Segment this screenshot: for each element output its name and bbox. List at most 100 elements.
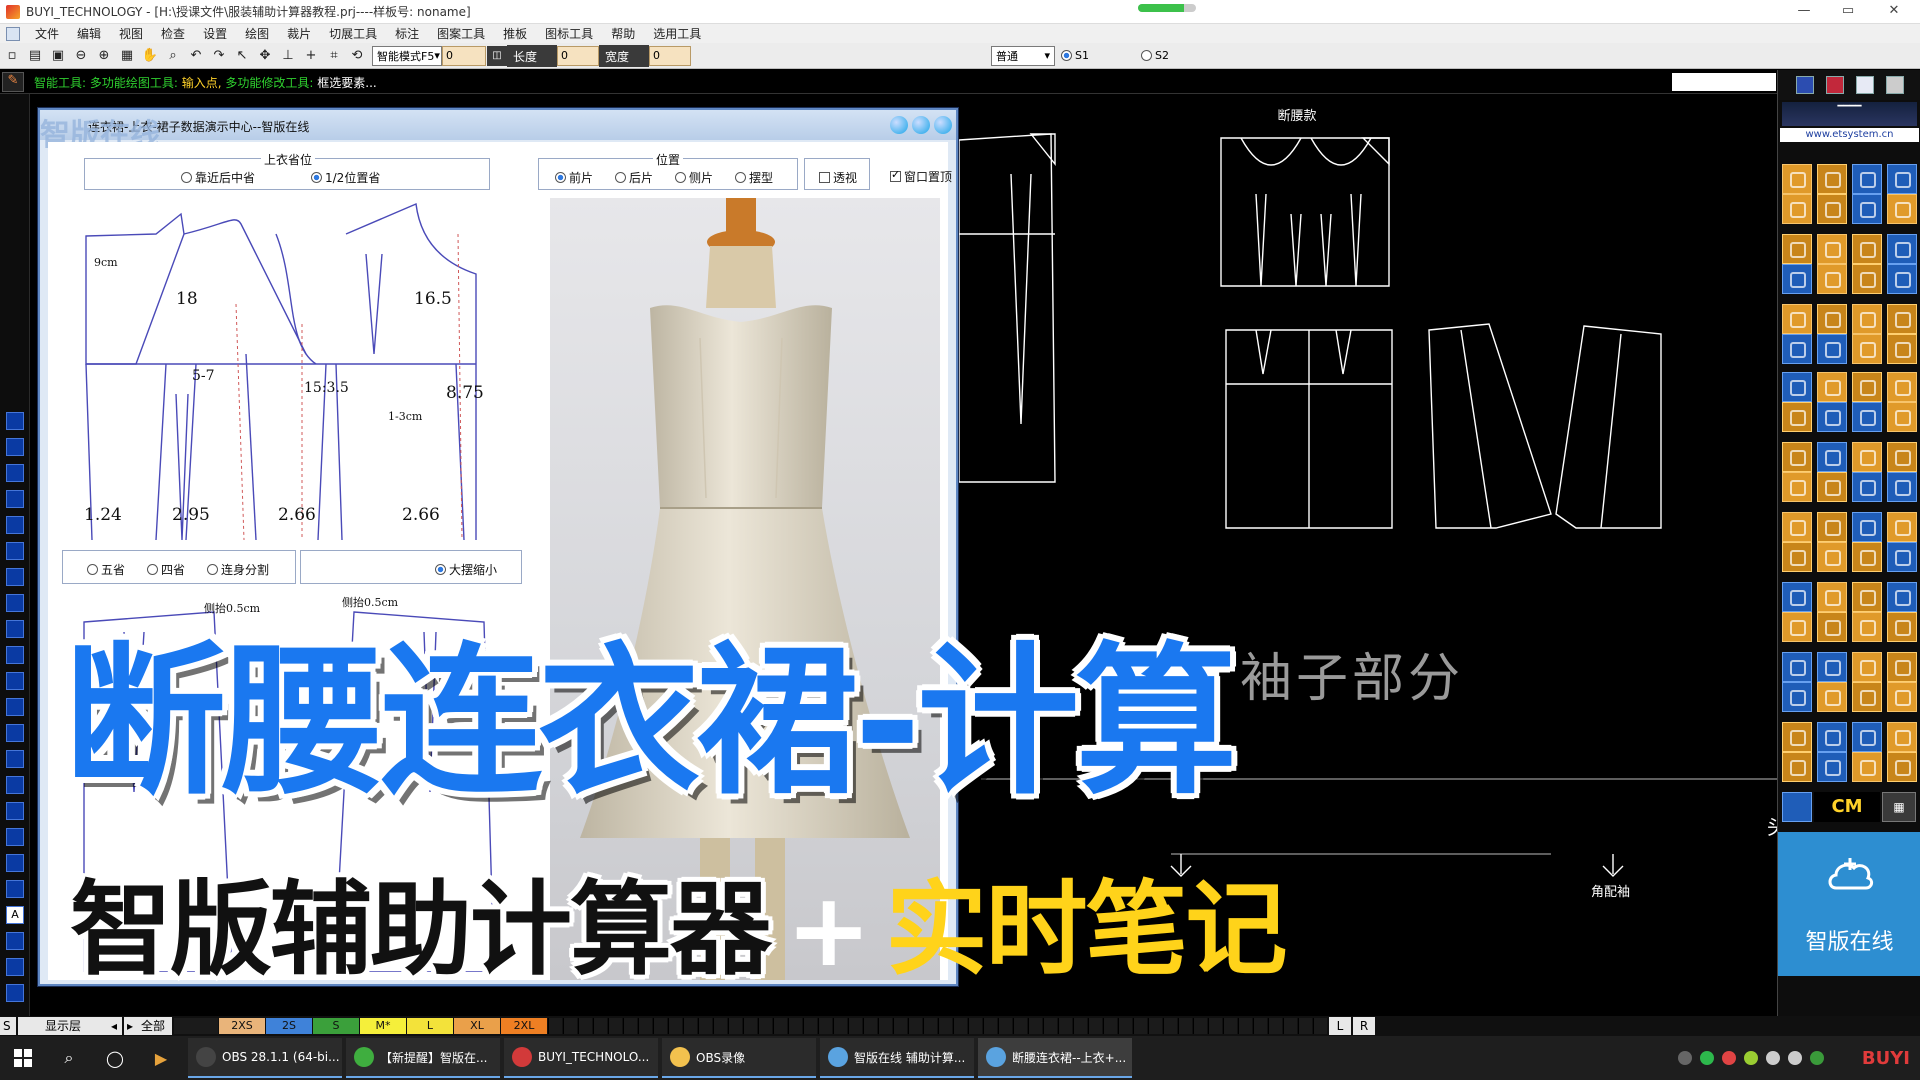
pattern-tool-10-1-icon[interactable] — [1817, 512, 1847, 542]
left-tool-10-icon[interactable] — [6, 672, 24, 690]
left-tool-3-icon[interactable] — [6, 490, 24, 508]
size-chip-5[interactable]: XL — [454, 1018, 500, 1034]
menu-item-7[interactable]: 切展工具 — [320, 25, 386, 42]
size-slot[interactable] — [608, 1018, 622, 1034]
size-slot[interactable] — [1088, 1018, 1102, 1034]
size-slot[interactable] — [968, 1018, 982, 1034]
size-slot[interactable] — [1028, 1018, 1042, 1034]
left-tool-15-icon[interactable] — [6, 802, 24, 820]
length-field[interactable]: 0 — [557, 45, 599, 66]
lock-icon[interactable]: ◫ — [487, 45, 507, 66]
pattern-tool-13-0-icon[interactable] — [1782, 612, 1812, 642]
prev-arrow-icon[interactable]: ◂ — [108, 1017, 122, 1035]
left-tool-6-icon[interactable] — [6, 568, 24, 586]
menu-item-3[interactable]: 检查 — [152, 25, 194, 42]
left-tool-16-icon[interactable] — [6, 828, 24, 846]
menu-item-13[interactable]: 选用工具 — [644, 25, 710, 42]
move-icon[interactable]: ✥ — [254, 45, 276, 67]
calculator-icon[interactable]: ▦ — [1882, 792, 1916, 822]
position-hem[interactable]: 摆型 — [735, 169, 773, 186]
pattern-tool-5-1-icon[interactable] — [1817, 334, 1847, 364]
panel-button-3[interactable] — [1856, 76, 1874, 94]
size-slot[interactable] — [938, 1018, 952, 1034]
pattern-tool-2-2-icon[interactable] — [1852, 234, 1882, 264]
cross-icon[interactable]: + — [300, 45, 322, 67]
size-slot[interactable] — [878, 1018, 892, 1034]
tree-tool-icon[interactable] — [1782, 792, 1812, 822]
status-input-box[interactable] — [1672, 73, 1776, 91]
size-slot[interactable] — [818, 1018, 832, 1034]
size-slot[interactable] — [1298, 1018, 1312, 1034]
menu-item-2[interactable]: 视图 — [110, 25, 152, 42]
pattern-tool-15-1-icon[interactable] — [1817, 682, 1847, 712]
position-back[interactable]: 后片 — [615, 169, 653, 186]
size-slot[interactable] — [593, 1018, 607, 1034]
measure-icon[interactable]: ⌗ — [323, 45, 345, 67]
size-slot[interactable] — [1043, 1018, 1057, 1034]
position-front[interactable]: 前片 — [555, 169, 593, 186]
pattern-tool-6-1-icon[interactable] — [1817, 372, 1847, 402]
pattern-tool-5-2-icon[interactable] — [1852, 334, 1882, 364]
security-icon[interactable] — [1809, 1051, 1824, 1065]
size-slot[interactable] — [1133, 1018, 1147, 1034]
pattern-tool-8-3-icon[interactable] — [1887, 442, 1917, 472]
size-slot[interactable] — [1163, 1018, 1177, 1034]
pattern-tool-4-2-icon[interactable] — [1852, 304, 1882, 334]
tray-icon[interactable] — [1699, 1051, 1714, 1065]
pattern-tool-3-2-icon[interactable] — [1852, 264, 1882, 294]
pattern-tool-12-1-icon[interactable] — [1817, 582, 1847, 612]
size-slot[interactable] — [788, 1018, 802, 1034]
left-tool-20-icon[interactable] — [6, 932, 24, 950]
pattern-tool-16-3-icon[interactable] — [1887, 722, 1917, 752]
pattern-tool-11-2-icon[interactable] — [1852, 542, 1882, 572]
dart-option-half[interactable]: 1/2位置省 — [311, 169, 380, 186]
pattern-tool-4-0-icon[interactable] — [1782, 304, 1812, 334]
smart-tool-icon[interactable]: ✎ — [2, 72, 24, 92]
minimize-window-button[interactable] — [890, 116, 908, 134]
line-style-select[interactable]: 普通 ▾ — [991, 45, 1055, 66]
pattern-tool-5-3-icon[interactable] — [1887, 334, 1917, 364]
size-slot[interactable] — [638, 1018, 652, 1034]
size-slot[interactable] — [848, 1018, 862, 1034]
pattern-tool-6-3-icon[interactable] — [1887, 372, 1917, 402]
layer-display[interactable]: 显示层 — [18, 1017, 108, 1035]
maximize-button[interactable]: ▭ — [1830, 0, 1866, 24]
pattern-tool-4-3-icon[interactable] — [1887, 304, 1917, 334]
unit-cm[interactable]: CM — [1814, 792, 1880, 822]
size-slot[interactable] — [1283, 1018, 1297, 1034]
left-tool-0-icon[interactable] — [6, 412, 24, 430]
pattern-tool-17-2-icon[interactable] — [1852, 752, 1882, 782]
size-chip-2[interactable]: S — [313, 1018, 359, 1034]
pattern-tool-17-0-icon[interactable] — [1782, 752, 1812, 782]
pattern-tool-17-3-icon[interactable] — [1887, 752, 1917, 782]
menu-item-10[interactable]: 推板 — [494, 25, 536, 42]
panel-button-2[interactable] — [1826, 76, 1844, 94]
pattern-tool-0-2-icon[interactable] — [1852, 164, 1882, 194]
menu-item-11[interactable]: 图标工具 — [536, 25, 602, 42]
size-slot[interactable] — [683, 1018, 697, 1034]
size-slot[interactable] — [713, 1018, 727, 1034]
pattern-tool-1-2-icon[interactable] — [1852, 194, 1882, 224]
minimize-button[interactable]: — — [1786, 0, 1822, 24]
menu-item-4[interactable]: 设置 — [194, 25, 236, 42]
dart-option-back[interactable]: 靠近后中省 — [181, 169, 255, 186]
menu-item-8[interactable]: 标注 — [386, 25, 428, 42]
pattern-tool-13-2-icon[interactable] — [1852, 612, 1882, 642]
pattern-tool-6-0-icon[interactable] — [1782, 372, 1812, 402]
size-slot[interactable] — [1208, 1018, 1222, 1034]
pattern-tool-11-0-icon[interactable] — [1782, 542, 1812, 572]
pattern-tool-0-3-icon[interactable] — [1887, 164, 1917, 194]
pattern-tool-2-3-icon[interactable] — [1887, 234, 1917, 264]
rotate-icon[interactable]: ⟲ — [346, 45, 368, 67]
size-slot[interactable] — [1238, 1018, 1252, 1034]
size-slot[interactable] — [953, 1018, 967, 1034]
pattern-tool-8-2-icon[interactable] — [1852, 442, 1882, 472]
close-window-button[interactable] — [934, 116, 952, 134]
pattern-tool-7-3-icon[interactable] — [1887, 402, 1917, 432]
size-slot[interactable] — [758, 1018, 772, 1034]
brand-panel[interactable]: 智版在线 — [1778, 832, 1920, 976]
menu-item-1[interactable]: 编辑 — [68, 25, 110, 42]
taskbar-app-2[interactable]: BUYI_TECHNOLO... — [504, 1038, 658, 1078]
size-slot[interactable] — [1253, 1018, 1267, 1034]
pattern-tool-2-1-icon[interactable] — [1817, 234, 1847, 264]
